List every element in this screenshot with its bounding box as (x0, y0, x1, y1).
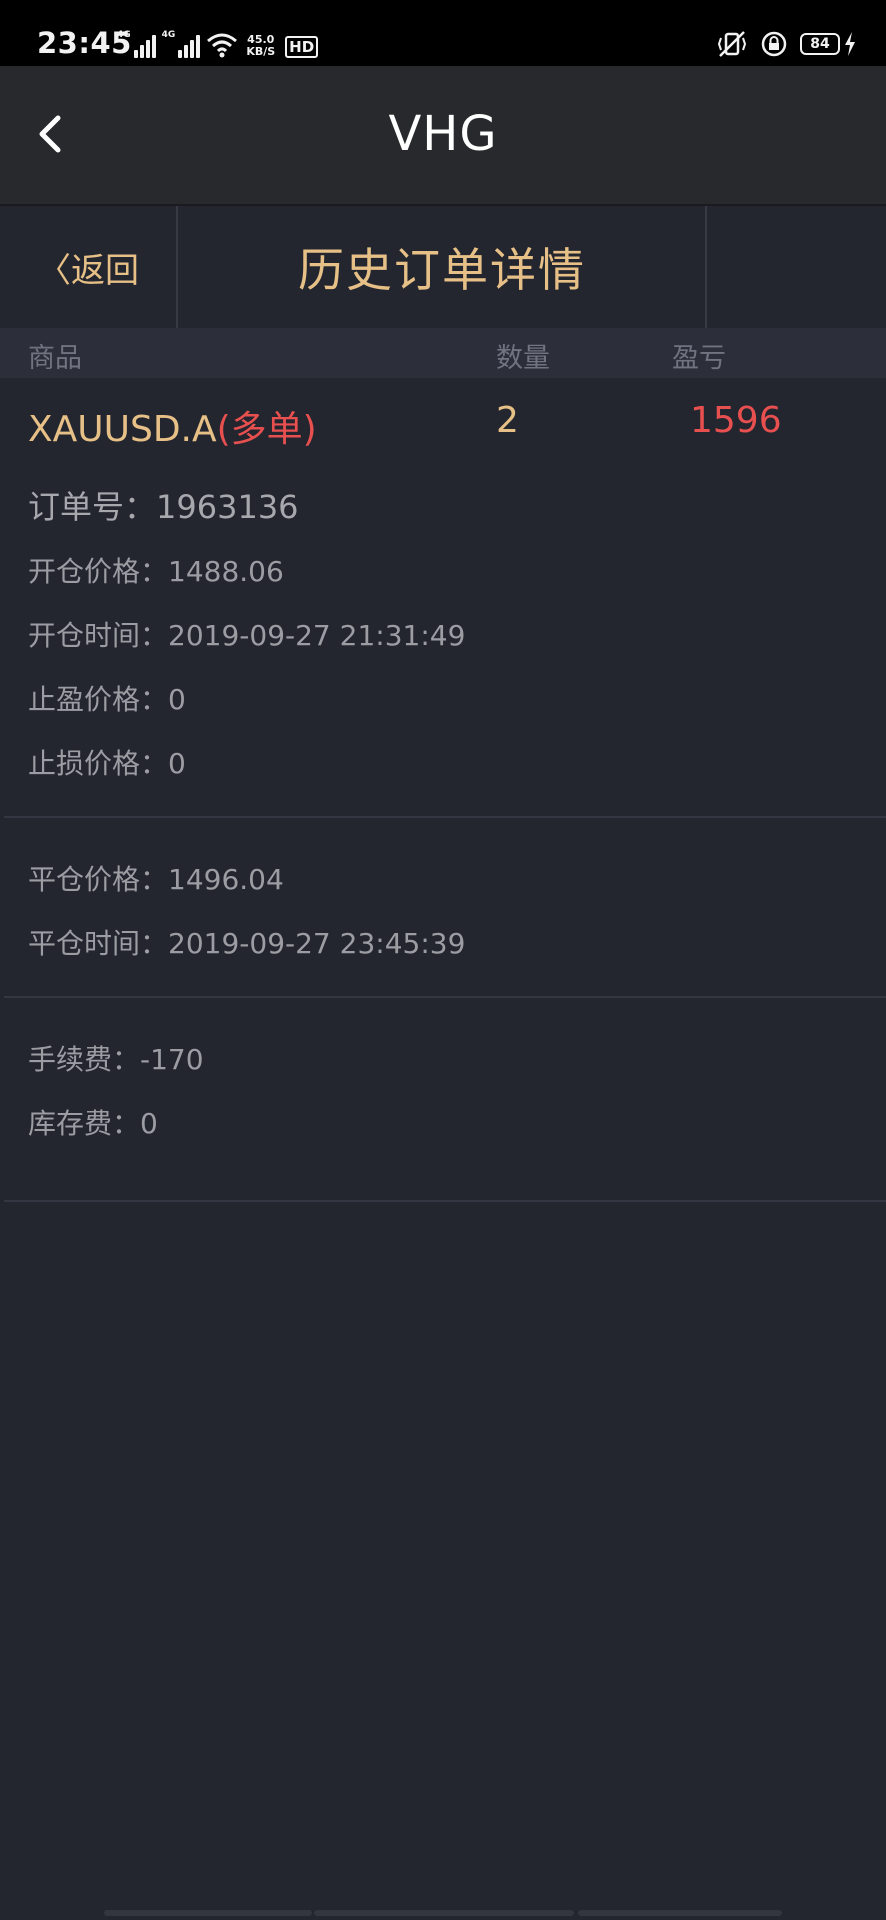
open-time-label: 开仓时间： (28, 619, 169, 652)
column-header-row: 商品 数量 盈亏 (0, 328, 886, 378)
status-icons-right: 84 (716, 28, 856, 60)
hd-icon: HD (285, 36, 319, 58)
battery-icon: 84 (800, 33, 840, 55)
storage-fee-label: 库存费： (28, 1107, 141, 1140)
close-time-value: 2019-09-27 23:45:39 (168, 927, 466, 960)
wifi-icon (206, 32, 238, 58)
net-speed-unit: KB/S (246, 45, 276, 58)
top-nav-bar: VHG (0, 66, 886, 204)
open-time-value: 2019-09-27 21:31:49 (168, 619, 466, 652)
take-profit-price: 止盈价格：0 (28, 678, 186, 718)
close-time-label: 平仓时间： (28, 927, 169, 960)
battery-level: 84 (810, 36, 830, 52)
order-symbol: XAUUSD.A(多单) (28, 400, 317, 452)
back-button[interactable]: 〈返回 (0, 206, 178, 328)
open-price: 开仓价格：1488.06 (28, 550, 284, 590)
net-speed: 45.0 KB/S (246, 34, 275, 58)
status-bar: 23:45 4G 4G 45.0 KB/S HD 84 (0, 0, 886, 66)
storage-fee-value: 0 (140, 1107, 158, 1140)
vibrate-icon (716, 30, 748, 58)
close-price-label: 平仓价格： (28, 863, 169, 896)
order-pnl: 1596 (690, 400, 782, 441)
signal-icon: 4G (117, 30, 156, 58)
open-price-value: 1488.06 (168, 555, 284, 588)
status-icons-left: 4G 4G 45.0 KB/S HD (117, 26, 319, 58)
take-profit-value: 0 (168, 683, 186, 716)
charging-icon (844, 32, 856, 56)
commission-value: -170 (140, 1043, 204, 1076)
storage-fee: 库存费：0 (28, 1102, 158, 1142)
stop-loss-price: 止损价格：0 (28, 742, 186, 782)
section-divider (4, 1200, 886, 1202)
open-time: 开仓时间：2019-09-27 21:31:49 (28, 614, 465, 654)
commission: 手续费：-170 (28, 1038, 204, 1078)
order-number-label: 订单号： (28, 488, 157, 526)
signal-label: 4G (161, 30, 176, 40)
order-summary-row: XAUUSD.A(多单) 2 1596 (0, 400, 886, 460)
lock-rotation-icon (760, 30, 788, 58)
bottom-edge-bar (0, 1910, 886, 1920)
commission-label: 手续费： (28, 1043, 141, 1076)
open-price-label: 开仓价格： (28, 555, 169, 588)
section-divider (4, 816, 886, 818)
signal-icon: 4G (162, 30, 201, 58)
close-price: 平仓价格：1496.04 (28, 858, 284, 898)
signal-label: 4G (117, 30, 131, 40)
stop-loss-value: 0 (168, 747, 186, 780)
app-title: VHG (388, 106, 498, 162)
sub-header: 〈返回 历史订单详情 (0, 204, 886, 328)
close-time: 平仓时间：2019-09-27 23:45:39 (28, 922, 465, 962)
order-number-value: 1963136 (156, 488, 299, 526)
order-number: 订单号：1963136 (28, 482, 299, 528)
page-title: 历史订单详情 (298, 243, 586, 297)
column-header-quantity: 数量 (496, 343, 550, 374)
symbol-text: XAUUSD.A (28, 409, 217, 450)
order-direction: (多单) (216, 409, 317, 450)
order-quantity: 2 (496, 400, 519, 441)
section-divider (4, 996, 886, 998)
column-header-product: 商品 (28, 343, 82, 374)
sub-header-right-cell (705, 206, 886, 328)
take-profit-label: 止盈价格： (28, 683, 169, 716)
column-header-pnl: 盈亏 (672, 343, 726, 374)
stop-loss-label: 止损价格： (28, 747, 169, 780)
close-price-value: 1496.04 (168, 863, 284, 896)
